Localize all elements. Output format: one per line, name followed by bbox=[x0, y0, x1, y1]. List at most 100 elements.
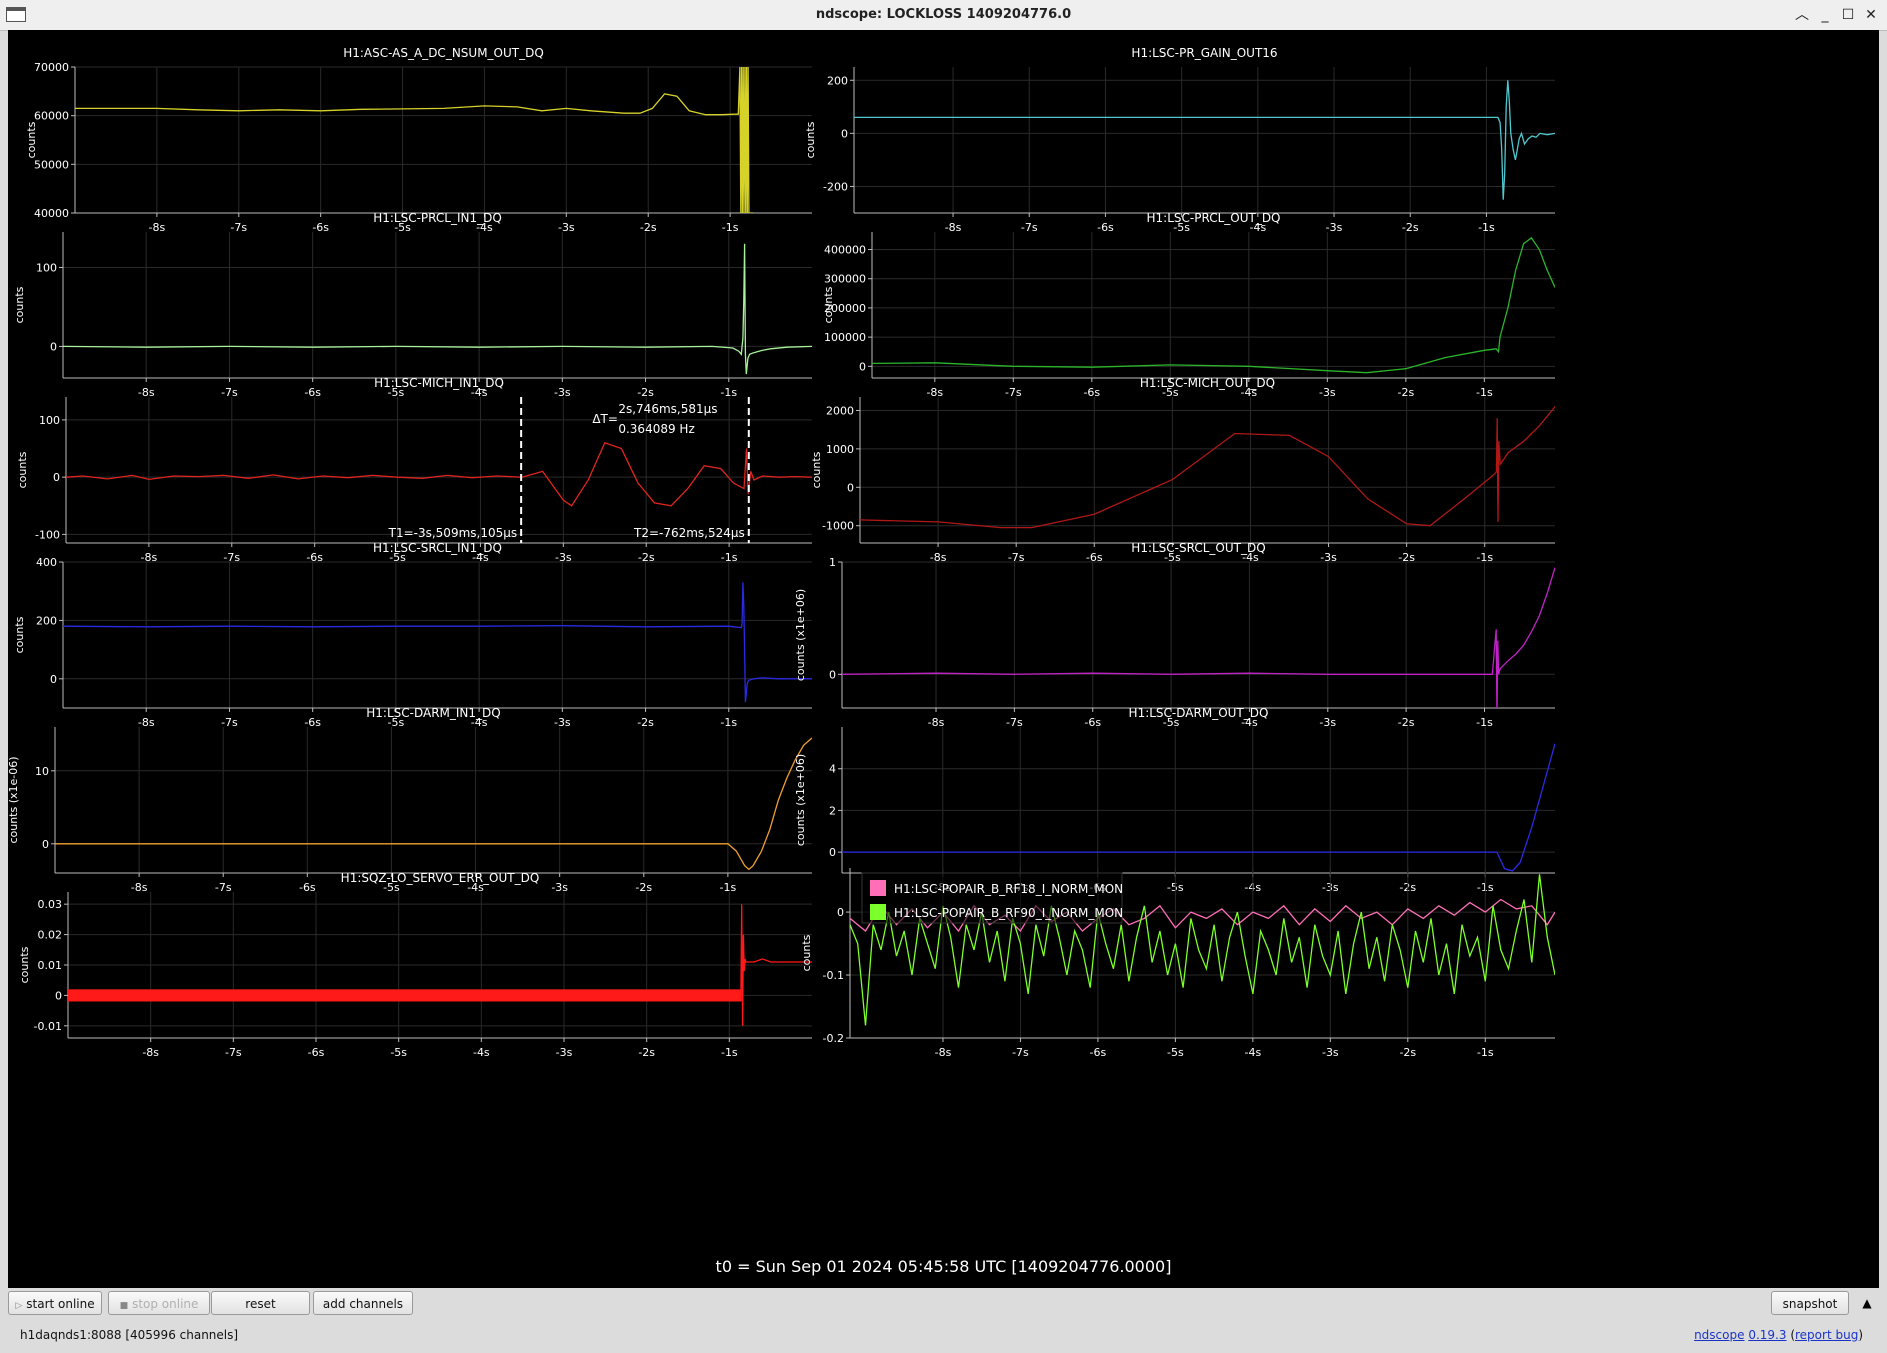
y-tick-label: -200 bbox=[823, 180, 848, 193]
y-tick-label: 0 bbox=[55, 989, 62, 1002]
y-tick-label: 300000 bbox=[824, 273, 866, 286]
x-tick-label: -2s bbox=[637, 386, 654, 399]
x-tick-label: -8s bbox=[138, 716, 155, 729]
legend-entry: H1:LSC-POPAIR_B_RF90_I_NORM_MON bbox=[894, 906, 1123, 920]
x-tick-label: -7s bbox=[215, 881, 232, 894]
x-tick-label: -2s bbox=[640, 221, 657, 234]
cursor-t1-label: T1=-3s,509ms,105μs bbox=[388, 526, 518, 540]
noise-band bbox=[68, 989, 742, 1002]
report-bug-link[interactable]: report bug bbox=[1795, 1328, 1858, 1342]
window-title: ndscope: LOCKLOSS 1409204776.0 bbox=[815, 7, 1072, 22]
x-tick-label: -8s bbox=[142, 1046, 159, 1059]
y-tick-label: -1000 bbox=[822, 520, 854, 533]
stop-online-button[interactable]: ■ stop online bbox=[108, 1291, 210, 1315]
plot-title: H1:LSC-MICH_OUT_DQ bbox=[1140, 376, 1275, 390]
y-tick-label: 0.02 bbox=[38, 929, 63, 942]
y-tick-label: 0 bbox=[50, 673, 57, 686]
plot-grid[interactable]: -8s -7s -6s -5s -4s -3s -2s -1s4000050000600007… bbox=[8, 30, 1879, 1288]
plot-title: H1:LSC-SRCL_IN1_DQ bbox=[373, 541, 502, 555]
y-tick-label: 100 bbox=[36, 262, 57, 275]
up-arrow-icon[interactable]: ▲ bbox=[1857, 1292, 1877, 1314]
stop-icon: ■ bbox=[119, 1301, 129, 1311]
y-axis-label: counts bbox=[13, 616, 26, 653]
plot-darm_in[interactable]: -8s -7s -6s -5s -4s -3s -2s -1s010H1:LSC-DARM_I… bbox=[8, 706, 812, 894]
y-tick-label: 400 bbox=[36, 556, 57, 569]
x-tick-label: -6s bbox=[1097, 221, 1114, 234]
series-line bbox=[55, 737, 812, 871]
plot-prcl_out[interactable]: -8s -7s -6s -5s -4s -3s -2s -1s0100000200000300… bbox=[822, 211, 1555, 399]
toolbar: ▷ start online ■ stop online reset add cha… bbox=[0, 1288, 1887, 1318]
y-tick-label: 0 bbox=[50, 340, 57, 353]
y-tick-label: 0 bbox=[837, 906, 844, 919]
x-tick-label: -7s bbox=[230, 221, 247, 234]
cursor-delta-label: ΔT= bbox=[592, 412, 618, 426]
version-link[interactable]: 0.19.3 bbox=[1748, 1328, 1786, 1342]
x-tick-label: -8s bbox=[149, 221, 166, 234]
plot-title: H1:LSC-PR_GAIN_OUT16 bbox=[1131, 46, 1277, 60]
legend-entry: H1:LSC-POPAIR_B_RF18_I_NORM_MON bbox=[894, 882, 1123, 896]
x-tick-label: -8s bbox=[131, 881, 148, 894]
y-tick-label: 1000 bbox=[826, 443, 854, 456]
x-tick-label: -2s bbox=[635, 881, 652, 894]
x-tick-label: -6s bbox=[1083, 386, 1100, 399]
plot-area[interactable]: -8s -7s -6s -5s -4s -3s -2s -1s 40000 50000 60000 7… bbox=[8, 30, 1879, 1288]
y-tick-label: 200 bbox=[36, 614, 57, 627]
plot-popair[interactable]: -8s -7s -6s -5s -4s -3s -2s -1s -0.2 -0.1 0 counts H… bbox=[800, 868, 1555, 1059]
y-tick-label: 0.01 bbox=[38, 959, 63, 972]
y-tick-label: -0.2 bbox=[823, 1032, 844, 1045]
minimize-icon[interactable]: _ bbox=[1815, 5, 1835, 25]
x-tick-label: -6s bbox=[304, 386, 321, 399]
series-line bbox=[842, 567, 1555, 708]
x-tick-label: -3s bbox=[551, 881, 568, 894]
y-tick-label: -100 bbox=[35, 528, 60, 541]
plot-title: H1:ASC-AS_A_DC_NSUM_OUT_DQ bbox=[343, 46, 544, 60]
snapshot-button[interactable]: snapshot bbox=[1771, 1291, 1849, 1315]
x-tick-label: -6s bbox=[308, 1046, 325, 1059]
close-icon[interactable]: ✕ bbox=[1861, 5, 1881, 25]
y-tick-label: 0 bbox=[859, 360, 866, 373]
x-tick-label: -8s bbox=[138, 386, 155, 399]
plot-prcl_in[interactable]: -8s -7s -6s -5s -4s -3s -2s -1s0100H1:LSC-PRCL_… bbox=[13, 211, 812, 399]
series-line bbox=[842, 743, 1555, 872]
y-tick-label: 200 bbox=[827, 74, 848, 87]
x-tick-label: -2s bbox=[1399, 1046, 1416, 1059]
add-channels-button[interactable]: add channels bbox=[313, 1291, 413, 1315]
x-tick-label: -8s bbox=[945, 221, 962, 234]
x-tick-label: -8s bbox=[926, 386, 943, 399]
window-shade-icon[interactable]: ︿ bbox=[1792, 5, 1812, 25]
x-tick-label: -1s bbox=[722, 221, 739, 234]
plot-sqz[interactable]: -8s -7s -6s -5s -4s -3s -2s -1s -0.01 0 0.01 0.02 0.… bbox=[18, 871, 812, 1059]
plot-srcl_out[interactable]: -8s -7s -6s -5s -4s -3s -2s -1s01H1:LSC-SRCL_OU… bbox=[794, 541, 1555, 729]
ndscope-link[interactable]: ndscope bbox=[1694, 1328, 1744, 1342]
y-axis-label: counts bbox=[810, 451, 823, 488]
reset-button[interactable]: reset bbox=[211, 1291, 310, 1315]
cursor-delta-time: 2s,746ms,581μs bbox=[618, 402, 717, 416]
plot-mich_out[interactable]: -8s -7s -6s -5s -4s -3s -2s -1s-1000010002000H1… bbox=[810, 376, 1555, 564]
x-tick-label: -7s bbox=[221, 386, 238, 399]
y-tick-label: 0 bbox=[53, 471, 60, 484]
start-online-button[interactable]: ▷ start online bbox=[8, 1291, 102, 1315]
y-tick-label: 0 bbox=[841, 127, 848, 140]
series-line bbox=[872, 236, 1555, 374]
plot-srcl_in[interactable]: -8s -7s -6s -5s -4s -3s -2s -1s0200400H1:LSC-SR… bbox=[13, 541, 812, 729]
x-tick-label: -3s bbox=[556, 1046, 573, 1059]
x-tick-label: -3s bbox=[554, 386, 571, 399]
y-tick-label: 100000 bbox=[824, 331, 866, 344]
y-tick-label: 40000 bbox=[34, 207, 69, 220]
maximize-icon[interactable]: ☐ bbox=[1838, 5, 1858, 25]
y-axis-label: counts bbox=[18, 946, 31, 983]
x-tick-label: -8s bbox=[928, 716, 945, 729]
plot-asc[interactable]: -8s -7s -6s -5s -4s -3s -2s -1s4000050000600007… bbox=[25, 46, 812, 234]
plot-title: H1:LSC-MICH_IN1_DQ bbox=[374, 376, 504, 390]
plot-darm_out[interactable]: -8s-7s-6s-5s-4s-3s-2s-1s024H1:LSC-DARM_O… bbox=[794, 706, 1555, 894]
y-axis-label: counts bbox=[800, 934, 813, 971]
y-axis-label: counts (x1e+06) bbox=[794, 754, 807, 846]
plot-mich_in[interactable]: -8s -7s -6s -5s -4s -3s -2s -1s-1000100H1:LSC-M… bbox=[16, 376, 812, 564]
plot-pr[interactable]: -8s -7s -6s -5s -4s -3s -2s -1s-2000200H1:LSC-P… bbox=[804, 46, 1555, 234]
legend-swatch bbox=[870, 880, 886, 896]
status-bar: h1daqnds1:8088 [405996 channels] ndscope… bbox=[0, 1318, 1887, 1353]
x-tick-label: -8s bbox=[935, 1046, 952, 1059]
x-tick-label: -6s bbox=[1090, 1046, 1107, 1059]
plot-title: H1:LSC-DARM_OUT_DQ bbox=[1129, 706, 1269, 720]
plot-title: H1:LSC-PRCL_IN1_DQ bbox=[373, 211, 502, 225]
